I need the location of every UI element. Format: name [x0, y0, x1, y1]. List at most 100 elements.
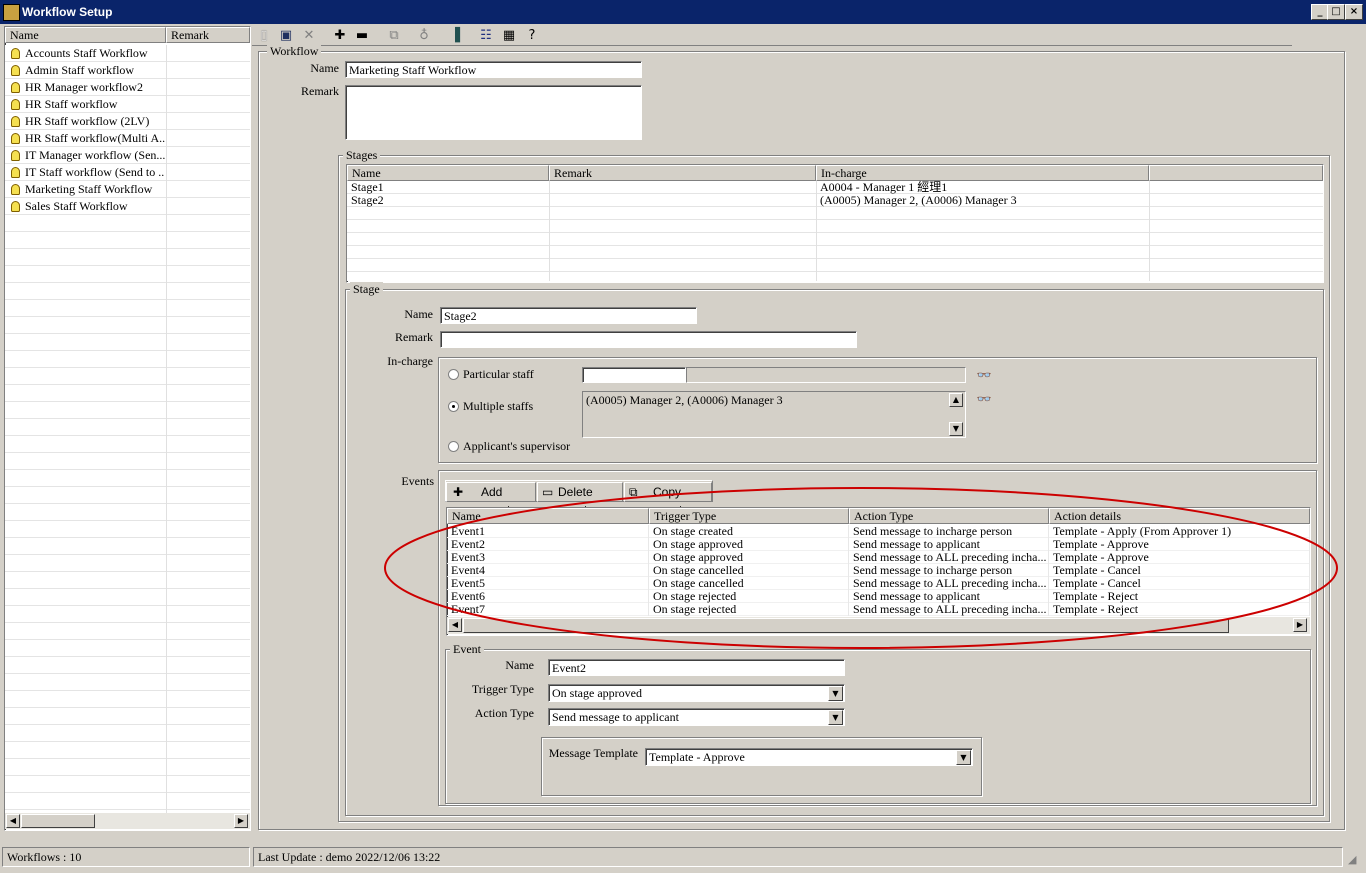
action-type-label: Action Type	[474, 706, 534, 720]
action-type-value: Send message to applicant	[552, 710, 679, 724]
workflow-list[interactable]: Name Remark Accounts Staff Workflow Admin…	[4, 26, 251, 831]
stage-group-title: Stage	[350, 282, 383, 297]
workflow-remark-field[interactable]	[345, 85, 642, 140]
list-item-label: HR Staff workflow (2LV)	[25, 114, 150, 128]
list-item[interactable]: Accounts Staff Workflow	[5, 45, 250, 62]
event-name-field[interactable]: Event2	[548, 659, 845, 676]
supervisor-label: Applicant's supervisor	[463, 439, 571, 453]
stages-row[interactable]: Stage2 (A0005) Manager 2, (A0006) Manage…	[347, 194, 1323, 207]
list-item[interactable]: Admin Staff workflow	[5, 62, 250, 79]
stages-header-name[interactable]: Name	[347, 165, 549, 181]
scroll-thumb[interactable]	[21, 814, 95, 828]
stages-header-incharge[interactable]: In-charge	[816, 165, 1149, 181]
window-title: Workflow Setup	[22, 5, 113, 19]
stages-header-remark[interactable]: Remark	[549, 165, 816, 181]
scroll-left-icon[interactable]: ◀	[6, 814, 20, 828]
incharge-label: In-charge	[387, 354, 433, 368]
list-rows: Accounts Staff Workflow Admin Staff workf…	[5, 45, 250, 813]
workflow-bulb-icon	[11, 150, 20, 161]
close-button[interactable]: ×	[1345, 4, 1363, 20]
scroll-up-icon[interactable]: ▲	[949, 393, 963, 407]
copy-icon[interactable]: ⧉	[384, 26, 404, 46]
list-item-label: IT Manager workflow (Sen...	[25, 148, 165, 162]
new-icon[interactable]: ▯	[254, 26, 274, 46]
list-item[interactable]: HR Staff workflow (2LV)	[5, 113, 250, 130]
action-type-select[interactable]: Send message to applicant ▼	[548, 708, 845, 726]
maximize-button[interactable]: □	[1327, 4, 1345, 20]
multiple-staffs-box[interactable]: (A0005) Manager 2, (A0006) Manager 3 ▲ ▼	[582, 391, 966, 438]
list-item-label: HR Staff workflow(Multi A...	[25, 131, 165, 145]
event-group-title: Event	[450, 642, 484, 657]
scroll-down-icon[interactable]: ▼	[949, 422, 963, 436]
binoculars-icon[interactable]: 👓	[975, 366, 993, 384]
stage-row-incharge: (A0005) Manager 2, (A0006) Manager 3	[820, 193, 1017, 207]
workflow-remark-label: Remark	[301, 84, 339, 98]
list-item[interactable]: Sales Staff Workflow	[5, 198, 250, 215]
message-template-label: Message Template	[548, 746, 638, 760]
list-item-label: HR Manager workflow2	[25, 80, 143, 94]
list-item-label: Accounts Staff Workflow	[25, 46, 148, 60]
workflow-bulb-icon	[11, 184, 20, 195]
message-template-value: Template - Approve	[649, 750, 745, 764]
bulb-icon[interactable]: ♁	[414, 26, 434, 46]
workflow-group-title: Workflow	[267, 44, 322, 59]
delete-icon[interactable]: ✕	[299, 26, 319, 46]
chevron-down-icon[interactable]: ▼	[828, 686, 843, 701]
stages-group-title: Stages	[343, 148, 381, 163]
particular-staff-name-field	[686, 367, 966, 383]
chevron-down-icon[interactable]: ▼	[956, 750, 971, 765]
stage-name-field[interactable]: Stage2	[440, 307, 697, 324]
workflow-name-field[interactable]: Marketing Staff Workflow	[345, 61, 642, 78]
help-icon[interactable]: ?	[522, 26, 542, 46]
particular-staff-label: Particular staff	[463, 367, 534, 381]
particular-staff-code-field[interactable]	[582, 367, 686, 383]
list-item[interactable]: HR Staff workflow(Multi A...	[5, 130, 250, 147]
remove-icon[interactable]: ▬	[352, 26, 372, 46]
workflow-bulb-icon	[11, 48, 20, 59]
list-item-label: Marketing Staff Workflow	[25, 182, 153, 196]
supervisor-radio[interactable]	[448, 441, 459, 452]
stage-row-name: Stage2	[351, 193, 384, 207]
trigger-type-label: Trigger Type	[471, 682, 534, 696]
resize-grip-icon[interactable]: ◢	[1348, 853, 1362, 867]
chevron-down-icon[interactable]: ▼	[828, 710, 843, 725]
workflow-bulb-icon	[11, 167, 20, 178]
multiple-staffs-radio[interactable]	[448, 401, 459, 412]
title-bar: Workflow Setup _ □ ×	[0, 0, 1366, 24]
status-last-update: Last Update : demo 2022/12/06 13:22	[253, 847, 1343, 867]
list-item[interactable]: HR Manager workflow2	[5, 79, 250, 96]
list-item[interactable]: IT Staff workflow (Send to ...	[5, 164, 250, 181]
list-column-divider	[166, 45, 167, 813]
list-item[interactable]: Marketing Staff Workflow	[5, 181, 250, 198]
save-icon[interactable]: ▣	[276, 26, 296, 46]
list-item[interactable]: HR Staff workflow	[5, 96, 250, 113]
trigger-type-value: On stage approved	[552, 686, 642, 700]
stages-header-blank	[1149, 165, 1323, 181]
workflow-bulb-icon	[11, 65, 20, 76]
list-hscrollbar[interactable]: ◀ ▶	[5, 813, 250, 829]
particular-staff-radio[interactable]	[448, 369, 459, 380]
list-header-remark[interactable]: Remark	[166, 27, 250, 43]
scroll-right-icon[interactable]: ▶	[234, 814, 248, 828]
stages-table[interactable]: Name Remark In-charge Stage1 A0004 - Man…	[346, 164, 1324, 283]
binoculars-icon[interactable]: 👓	[975, 390, 993, 408]
toolbar	[252, 25, 1292, 46]
list-item[interactable]: IT Manager workflow (Sen...	[5, 147, 250, 164]
workflow-bulb-icon	[11, 82, 20, 93]
stage-name-label: Name	[404, 307, 433, 321]
workflow-bulb-icon	[11, 116, 20, 127]
add-icon[interactable]: ✚	[330, 26, 350, 46]
exit-icon[interactable]: ▐	[445, 26, 465, 46]
workflow-bulb-icon	[11, 201, 20, 212]
list-view-icon[interactable]: ☷	[476, 26, 496, 46]
app-icon	[3, 4, 20, 21]
list-header-name[interactable]: Name	[5, 27, 166, 43]
list-item-label: Admin Staff workflow	[25, 63, 135, 77]
grid-view-icon[interactable]: ▦	[499, 26, 519, 46]
status-workflow-count: Workflows : 10	[2, 847, 250, 867]
stage-remark-field[interactable]	[440, 331, 857, 348]
trigger-type-select[interactable]: On stage approved ▼	[548, 684, 845, 702]
list-item-label: IT Staff workflow (Send to ...	[25, 165, 165, 179]
multiple-staffs-label: Multiple staffs	[463, 399, 534, 413]
message-template-select[interactable]: Template - Approve ▼	[645, 748, 973, 766]
